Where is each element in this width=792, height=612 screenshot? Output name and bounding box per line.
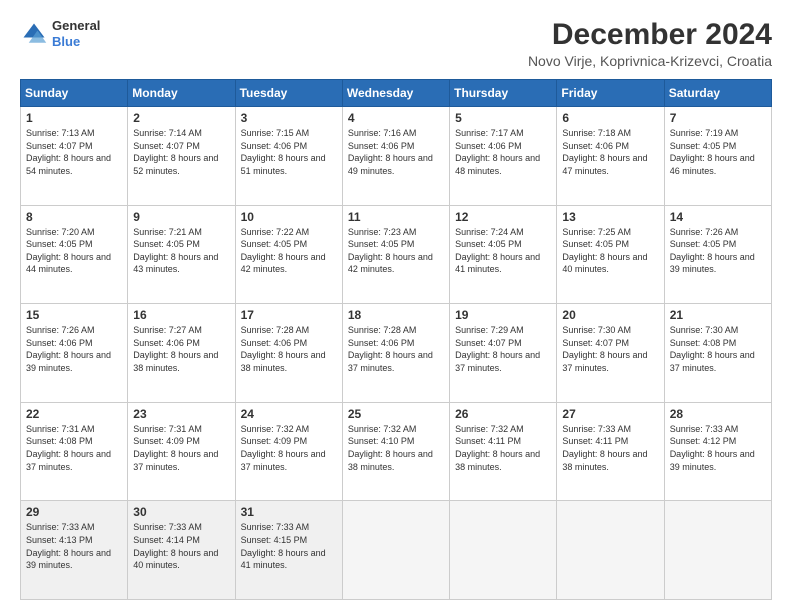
calendar: Sunday Monday Tuesday Wednesday Thursday…	[20, 79, 772, 600]
calendar-day-10: 10Sunrise: 7:22 AMSunset: 4:05 PMDayligh…	[235, 205, 342, 304]
calendar-day-18: 18Sunrise: 7:28 AMSunset: 4:06 PMDayligh…	[342, 304, 449, 403]
page: General Blue December 2024 Novo Virje, K…	[0, 0, 792, 612]
calendar-day-5: 5Sunrise: 7:17 AMSunset: 4:06 PMDaylight…	[450, 107, 557, 206]
logo: General Blue	[20, 18, 100, 49]
calendar-day-30: 30Sunrise: 7:33 AMSunset: 4:14 PMDayligh…	[128, 501, 235, 600]
calendar-day-11: 11Sunrise: 7:23 AMSunset: 4:05 PMDayligh…	[342, 205, 449, 304]
calendar-day-8: 8Sunrise: 7:20 AMSunset: 4:05 PMDaylight…	[21, 205, 128, 304]
calendar-week-2: 8Sunrise: 7:20 AMSunset: 4:05 PMDaylight…	[21, 205, 772, 304]
title-block: December 2024 Novo Virje, Koprivnica-Kri…	[528, 18, 772, 69]
col-tuesday: Tuesday	[235, 80, 342, 107]
calendar-day-20: 20Sunrise: 7:30 AMSunset: 4:07 PMDayligh…	[557, 304, 664, 403]
calendar-day-29: 29Sunrise: 7:33 AMSunset: 4:13 PMDayligh…	[21, 501, 128, 600]
header: General Blue December 2024 Novo Virje, K…	[20, 18, 772, 69]
calendar-week-5: 29Sunrise: 7:33 AMSunset: 4:13 PMDayligh…	[21, 501, 772, 600]
calendar-day-3: 3Sunrise: 7:15 AMSunset: 4:06 PMDaylight…	[235, 107, 342, 206]
calendar-day-7: 7Sunrise: 7:19 AMSunset: 4:05 PMDaylight…	[664, 107, 771, 206]
calendar-day-12: 12Sunrise: 7:24 AMSunset: 4:05 PMDayligh…	[450, 205, 557, 304]
calendar-day-4: 4Sunrise: 7:16 AMSunset: 4:06 PMDaylight…	[342, 107, 449, 206]
calendar-day-19: 19Sunrise: 7:29 AMSunset: 4:07 PMDayligh…	[450, 304, 557, 403]
col-sunday: Sunday	[21, 80, 128, 107]
month-title: December 2024	[528, 18, 772, 51]
calendar-day-17: 17Sunrise: 7:28 AMSunset: 4:06 PMDayligh…	[235, 304, 342, 403]
calendar-day-26: 26Sunrise: 7:32 AMSunset: 4:11 PMDayligh…	[450, 402, 557, 501]
calendar-day-1: 1Sunrise: 7:13 AMSunset: 4:07 PMDaylight…	[21, 107, 128, 206]
calendar-day-21: 21Sunrise: 7:30 AMSunset: 4:08 PMDayligh…	[664, 304, 771, 403]
calendar-day-28: 28Sunrise: 7:33 AMSunset: 4:12 PMDayligh…	[664, 402, 771, 501]
location: Novo Virje, Koprivnica-Krizevci, Croatia	[528, 53, 772, 69]
col-friday: Friday	[557, 80, 664, 107]
calendar-week-1: 1Sunrise: 7:13 AMSunset: 4:07 PMDaylight…	[21, 107, 772, 206]
calendar-day-24: 24Sunrise: 7:32 AMSunset: 4:09 PMDayligh…	[235, 402, 342, 501]
calendar-empty	[450, 501, 557, 600]
calendar-day-22: 22Sunrise: 7:31 AMSunset: 4:08 PMDayligh…	[21, 402, 128, 501]
calendar-day-31: 31Sunrise: 7:33 AMSunset: 4:15 PMDayligh…	[235, 501, 342, 600]
calendar-day-27: 27Sunrise: 7:33 AMSunset: 4:11 PMDayligh…	[557, 402, 664, 501]
col-wednesday: Wednesday	[342, 80, 449, 107]
calendar-week-3: 15Sunrise: 7:26 AMSunset: 4:06 PMDayligh…	[21, 304, 772, 403]
calendar-header-row: Sunday Monday Tuesday Wednesday Thursday…	[21, 80, 772, 107]
logo-icon	[20, 20, 48, 48]
calendar-day-14: 14Sunrise: 7:26 AMSunset: 4:05 PMDayligh…	[664, 205, 771, 304]
calendar-empty	[664, 501, 771, 600]
calendar-day-23: 23Sunrise: 7:31 AMSunset: 4:09 PMDayligh…	[128, 402, 235, 501]
calendar-day-15: 15Sunrise: 7:26 AMSunset: 4:06 PMDayligh…	[21, 304, 128, 403]
logo-text: General Blue	[52, 18, 100, 49]
calendar-day-9: 9Sunrise: 7:21 AMSunset: 4:05 PMDaylight…	[128, 205, 235, 304]
calendar-day-6: 6Sunrise: 7:18 AMSunset: 4:06 PMDaylight…	[557, 107, 664, 206]
col-saturday: Saturday	[664, 80, 771, 107]
calendar-empty	[342, 501, 449, 600]
calendar-day-25: 25Sunrise: 7:32 AMSunset: 4:10 PMDayligh…	[342, 402, 449, 501]
calendar-day-16: 16Sunrise: 7:27 AMSunset: 4:06 PMDayligh…	[128, 304, 235, 403]
calendar-empty	[557, 501, 664, 600]
calendar-day-2: 2Sunrise: 7:14 AMSunset: 4:07 PMDaylight…	[128, 107, 235, 206]
col-monday: Monday	[128, 80, 235, 107]
calendar-week-4: 22Sunrise: 7:31 AMSunset: 4:08 PMDayligh…	[21, 402, 772, 501]
col-thursday: Thursday	[450, 80, 557, 107]
calendar-day-13: 13Sunrise: 7:25 AMSunset: 4:05 PMDayligh…	[557, 205, 664, 304]
